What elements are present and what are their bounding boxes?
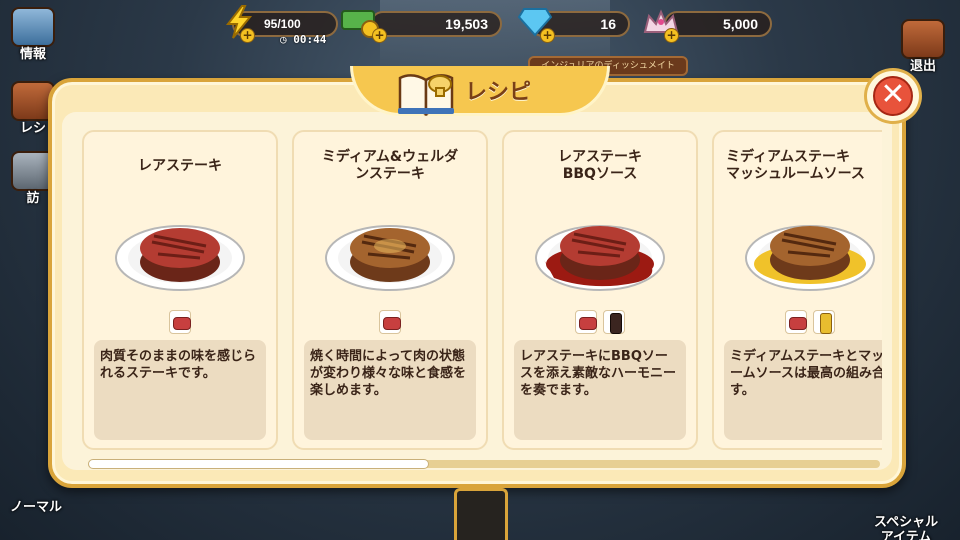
add-cash-button[interactable]: + [372,28,387,43]
recipe-card[interactable]: ミディアム&ウェルダ ンステーキ 焼く時間によって肉の状態が変わり様々な味と食感… [292,130,488,450]
cash-value: 19,503 [445,16,488,32]
bottom-center-thumbnail[interactable] [454,488,508,540]
raw-meat-icon [169,310,191,334]
visit-label: 訪 [26,191,40,206]
recipe-title: レアステーキ [138,157,222,174]
recipe-description: 肉質そのままの味を感じられるステーキです。 [94,340,266,440]
horizontal-scrollbar[interactable] [88,459,880,469]
recipe-card[interactable]: ミディアムステーキ マッシュルームソース ミディアムステーキとマッシュルームソー… [712,130,882,450]
clock-icon: ◷ [280,33,287,46]
recipe-side-label: レシ [19,121,46,136]
recipe-card[interactable]: レアステーキ 肉質そのままの味を感じられるステーキです。 [82,130,278,450]
recipe-card[interactable]: レアステーキ BBQソース レアステーキにBBQソースを添え素敵なハーモニーを奏… [502,130,698,450]
recipe-title: ミディアムステーキ マッシュルームソース [726,149,865,182]
raw-meat-icon [785,310,807,334]
scrollbar-thumb[interactable] [88,459,429,469]
recipe-title: ミディアム&ウェルダ ンステーキ [321,149,459,182]
magnifier-icon [11,7,55,47]
recipe-book-title-icon [396,68,458,118]
recipe-title-tab: レシピ [350,66,610,116]
ingredient-list [714,310,882,334]
modal-title: レシピ [464,79,531,105]
recipe-title: レアステーキ BBQソース [558,149,642,182]
rare-steak-image [114,216,246,292]
close-icon: ✕ [873,76,913,116]
raw-meat-icon [575,310,597,334]
info-label: 情報 [19,47,46,62]
add-tiara-button[interactable]: + [664,28,679,43]
add-gem-button[interactable]: + [540,28,555,43]
exit-button[interactable]: 退出 [894,18,952,74]
recipe-description: 焼く時間によって肉の状態が変わり様々な味と食感を楽しめます。 [304,340,476,440]
normal-mode-label: ノーマル [10,500,63,515]
energy-timer: ◷ 00:44 [280,33,326,46]
ingredient-list [504,310,696,334]
ingredient-list [294,310,486,334]
exit-door-icon [901,19,945,59]
cash-bar[interactable]: 19,503 [370,11,502,37]
recipe-card-list[interactable]: レアステーキ 肉質そのままの味を感じられるステーキです。 ミディアム&ウェルダ … [82,130,882,452]
info-button[interactable]: 情報 [4,6,62,62]
close-button[interactable]: ✕ [864,68,922,124]
recipe-description: レアステーキにBBQソースを添え素敵なハーモニーを奏でます。 [514,340,686,440]
normal-mode-button[interactable]: ノーマル [10,500,62,515]
mushroom-sauce-bottle-icon [813,310,835,334]
ingredient-list [84,310,276,334]
special-item-button[interactable]: スペシャル アイテム [874,500,938,540]
special-item-label: スペシャル アイテム [874,515,939,540]
rare-steak-bbq-image [534,216,666,292]
recipe-description: ミディアムステーキとマッシュルームソースは最高の組み合せです。 [724,340,882,440]
tiara-value: 5,000 [722,16,758,32]
gem-value: 16 [600,16,616,32]
medium-well-steak-image [324,216,456,292]
energy-value: 95/100 [264,17,301,31]
bbq-sauce-bottle-icon [603,310,625,334]
exit-label: 退出 [909,59,936,74]
raw-meat-icon [379,310,401,334]
add-energy-button[interactable]: + [240,28,255,43]
energy-timer-value: 00:44 [293,33,327,46]
recipe-modal: レシピ ✕ レアステーキ 肉質そのままの味を感じられるステーキです。 ミディアム… [48,66,922,488]
medium-steak-mushroom-image [744,216,876,292]
